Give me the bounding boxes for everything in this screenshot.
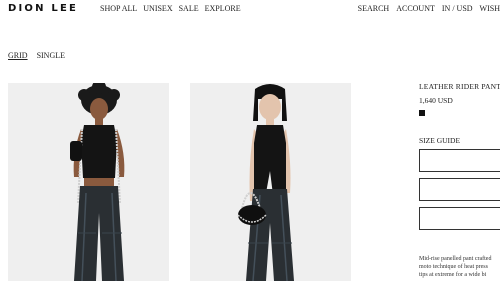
- nav-unisex[interactable]: UNISEX: [143, 4, 172, 13]
- nav-shop-all[interactable]: SHOP ALL: [100, 4, 137, 13]
- view-toggle: GRID SINGLE: [8, 51, 65, 60]
- size-select-option-1[interactable]: [419, 149, 500, 172]
- size-guide-link[interactable]: SIZE GUIDE: [419, 136, 460, 145]
- description-line-2: moto technique of heat press: [419, 264, 488, 270]
- product-description: Mid-rise panelled pant crafted moto tech…: [419, 255, 500, 281]
- grid-view-button[interactable]: GRID: [8, 51, 28, 60]
- nav-account[interactable]: ACCOUNT: [396, 4, 435, 13]
- product-price: 1,640 USD: [419, 96, 453, 105]
- model-figure-1: [8, 83, 169, 281]
- utility-nav: SEARCH ACCOUNT IN / USD WISH: [358, 4, 500, 13]
- description-line-3: tips at extreme for a wide bi: [419, 272, 487, 278]
- nav-search[interactable]: SEARCH: [358, 4, 390, 13]
- nav-sale[interactable]: SALE: [179, 4, 199, 13]
- brand-logo[interactable]: DION LEE: [8, 3, 78, 14]
- single-view-button[interactable]: SINGLE: [37, 51, 65, 60]
- nav-region-currency[interactable]: IN / USD: [442, 4, 473, 13]
- nav-wishlist[interactable]: WISH: [480, 4, 500, 13]
- nav-explore[interactable]: EXPLORE: [205, 4, 241, 13]
- product-image-1[interactable]: [8, 83, 169, 281]
- size-select-option-3[interactable]: [419, 207, 500, 230]
- size-select-option-2[interactable]: [419, 178, 500, 201]
- model-figure-2: [190, 83, 351, 281]
- product-info: LEATHER RIDER PANT 1,640 USD: [419, 82, 500, 116]
- product-image-2[interactable]: [190, 83, 351, 281]
- product-name: LEATHER RIDER PANT: [419, 82, 500, 91]
- main-nav: SHOP ALL UNISEX SALE EXPLORE: [100, 4, 241, 13]
- description-line-1: Mid-rise panelled pant crafted: [419, 256, 492, 262]
- color-swatch[interactable]: [419, 110, 425, 116]
